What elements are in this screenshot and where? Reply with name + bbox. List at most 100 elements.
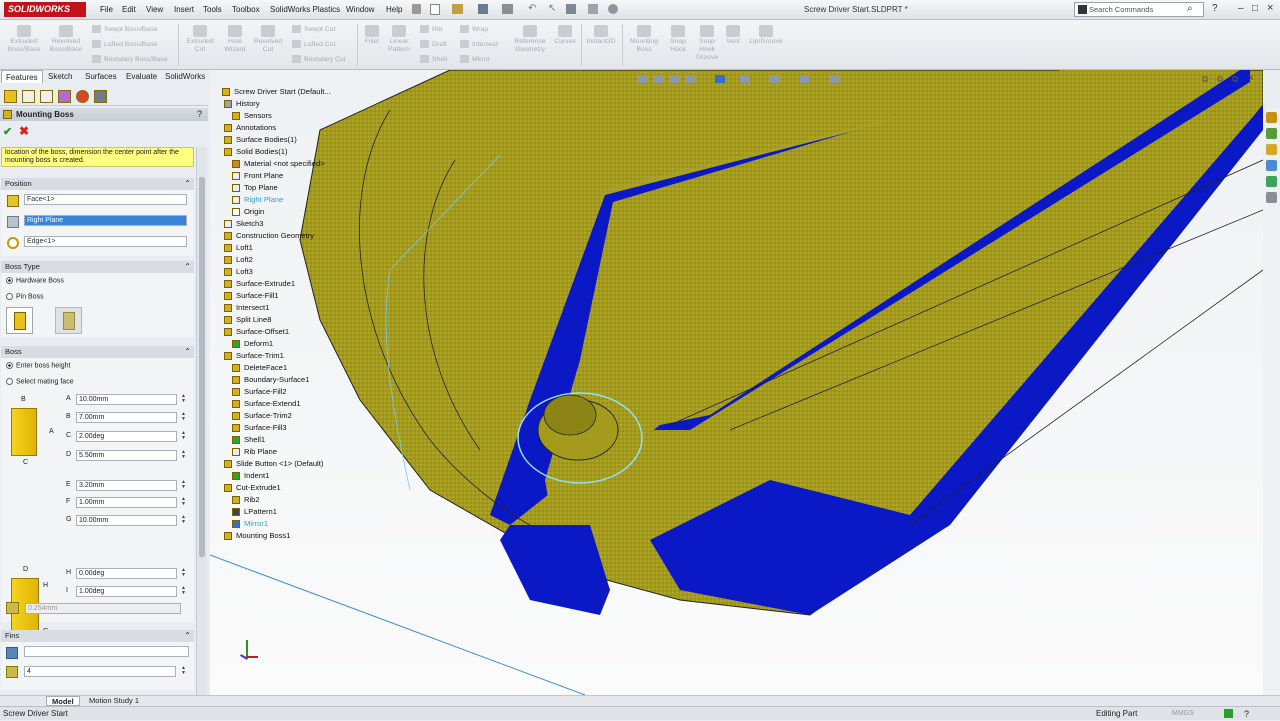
print-icon[interactable] xyxy=(502,4,513,14)
display-style-icon[interactable] xyxy=(740,75,750,83)
extruded-boss-button[interactable]: Extruded Boss/Base xyxy=(6,25,42,54)
spin-arrows-icon[interactable]: ▲ ▼ xyxy=(181,412,188,423)
camera-icon[interactable] xyxy=(94,90,107,103)
viewport-close-icon[interactable]: × xyxy=(1248,73,1254,84)
collapse-icon[interactable]: ⌃ xyxy=(184,346,191,358)
tree-item[interactable]: Indent1 xyxy=(232,471,269,480)
lofted-cut-button[interactable]: Lofted Cut xyxy=(292,40,335,48)
fin-count-input[interactable]: 4 xyxy=(24,666,176,677)
viewport-restore-icon[interactable]: ⧉ xyxy=(1202,74,1208,85)
tree-item[interactable]: Surface-Offset1 xyxy=(224,327,289,336)
tree-item[interactable]: History xyxy=(224,99,260,108)
pm-help-icon[interactable]: ? xyxy=(197,108,202,121)
spin-arrows-icon[interactable]: ▲ ▼ xyxy=(181,666,188,677)
tree-item[interactable]: Right Plane xyxy=(232,195,283,204)
fin-direction-field[interactable] xyxy=(24,646,189,657)
tree-item[interactable]: Sensors xyxy=(232,111,272,120)
spin-arrows-icon[interactable]: ▲ ▼ xyxy=(181,497,188,508)
snap-hook-groove-button[interactable]: Snap Hook Groove xyxy=(694,25,720,62)
boundary-cut-button[interactable]: Boundary Cut xyxy=(292,55,346,63)
instant3d-button[interactable]: Instant3D xyxy=(584,25,618,46)
hardware-boss-thread-button[interactable] xyxy=(55,307,82,334)
section-view-icon[interactable] xyxy=(686,75,696,83)
collapse-icon[interactable]: ⌃ xyxy=(184,630,191,642)
curves-button[interactable]: Curves xyxy=(552,25,578,46)
menu-view[interactable]: View xyxy=(146,5,163,14)
tree-item[interactable]: Loft2 xyxy=(224,255,253,264)
menu-insert[interactable]: Insert xyxy=(174,5,194,14)
file-explorer-icon[interactable] xyxy=(1266,144,1277,155)
undo-icon[interactable]: ↶ xyxy=(528,3,536,14)
menu-window[interactable]: Window xyxy=(346,5,374,14)
tree-item[interactable]: Surface-Extrude1 xyxy=(224,279,295,288)
mirror-button[interactable]: Mirror xyxy=(460,55,490,63)
new-document-icon[interactable] xyxy=(430,4,440,15)
spin-arrows-icon[interactable]: ▲ ▼ xyxy=(181,515,188,526)
spin-arrows-icon[interactable]: ▲ ▼ xyxy=(181,431,188,442)
file-properties-icon[interactable] xyxy=(588,4,598,14)
previous-view-icon[interactable] xyxy=(670,75,680,83)
hole-wizard-button[interactable]: Hole Wizard xyxy=(220,25,250,54)
tree-root[interactable]: Screw Driver Start (Default... xyxy=(222,87,331,96)
pin-boss-radio[interactable]: Pin Boss xyxy=(6,293,44,300)
draft-button[interactable]: Draft xyxy=(420,40,447,48)
collapse-icon[interactable]: ⌃ xyxy=(184,261,191,273)
fins-section-header[interactable]: Fins ⌃ xyxy=(1,630,194,642)
edit-appearance-icon[interactable] xyxy=(800,75,810,83)
property-manager-icon[interactable] xyxy=(22,90,35,103)
boundary-boss-button[interactable]: Boundary Boss/Base xyxy=(92,55,167,63)
linear-pattern-button[interactable]: Linear Pattern xyxy=(385,25,413,54)
plane-field[interactable]: Right Plane xyxy=(24,215,187,226)
dimension-b-input[interactable]: 7.00mm xyxy=(76,412,177,423)
dimension-h-input[interactable]: 0.00deg xyxy=(76,568,177,579)
tree-item[interactable]: Rib Plane xyxy=(232,447,277,456)
spin-arrows-icon[interactable]: ▲ ▼ xyxy=(181,394,188,405)
spin-arrows-icon[interactable]: ▲ ▼ xyxy=(181,480,188,491)
mounting-boss-button[interactable]: Mounting Boss xyxy=(626,25,662,54)
tree-item[interactable]: Surface-Fill2 xyxy=(232,387,287,396)
cancel-x-icon[interactable]: ✖ xyxy=(19,124,29,138)
collapse-icon[interactable]: ⌃ xyxy=(184,178,191,190)
tree-item[interactable]: Origin xyxy=(232,207,264,216)
lip-groove-button[interactable]: Lip/Groove xyxy=(746,25,786,46)
tree-item[interactable]: Top Plane xyxy=(232,183,278,192)
tree-item[interactable]: Shell1 xyxy=(232,435,265,444)
custom-properties-icon[interactable] xyxy=(1266,192,1277,203)
solidworks-logo[interactable]: SOLIDWORKS xyxy=(4,2,86,17)
tree-item[interactable]: Loft3 xyxy=(224,267,253,276)
tree-item[interactable]: Deform1 xyxy=(232,339,273,348)
dimension-d-input[interactable]: 5.50mm xyxy=(76,450,177,461)
menu-toolbox[interactable]: Toolbox xyxy=(232,5,260,14)
dimxpert-icon[interactable] xyxy=(58,90,71,103)
tree-item[interactable]: Mirror1 xyxy=(232,519,268,528)
design-library-icon[interactable] xyxy=(1266,128,1277,139)
tree-item[interactable]: Surface-Trim2 xyxy=(232,411,292,420)
lofted-boss-button[interactable]: Lofted Boss/Base xyxy=(92,40,157,48)
model-view[interactable] xyxy=(210,70,1263,695)
minimize-icon[interactable]: – xyxy=(1238,3,1244,14)
select-icon[interactable]: ↖ xyxy=(548,3,556,14)
help-icon[interactable]: ? xyxy=(1244,708,1249,721)
dimension-a-input[interactable]: 10.00mm xyxy=(76,394,177,405)
rebuild-icon[interactable] xyxy=(566,4,576,14)
solidworks-resources-icon[interactable] xyxy=(1266,112,1277,123)
revolved-boss-button[interactable]: Revolved Boss/Base xyxy=(48,25,84,54)
tree-item[interactable]: Sketch3 xyxy=(224,219,263,228)
spin-arrows-icon[interactable]: ▲ ▼ xyxy=(181,568,188,579)
status-units[interactable]: MMGS xyxy=(1172,707,1194,720)
view-orientation-icon[interactable] xyxy=(715,75,725,83)
help-icon[interactable]: ? xyxy=(1212,3,1218,14)
close-icon[interactable]: × xyxy=(1267,2,1273,14)
open-folder-icon[interactable] xyxy=(452,4,463,14)
hardware-boss-radio[interactable]: Hardware Boss xyxy=(6,277,64,284)
vent-button[interactable]: Vent xyxy=(722,25,744,46)
tree-item[interactable]: Construction Geometry xyxy=(224,231,314,240)
snap-hook-button[interactable]: Snap Hook xyxy=(664,25,692,54)
menu-solidworks-plastics[interactable]: SolidWorks Plastics xyxy=(270,5,340,14)
panel-scrollbar[interactable] xyxy=(196,147,207,695)
view-settings-icon[interactable] xyxy=(830,75,840,83)
configuration-manager-icon[interactable] xyxy=(40,90,53,103)
wrap-button[interactable]: Wrap xyxy=(460,25,488,33)
tab-motion-study[interactable]: Motion Study 1 xyxy=(84,696,145,706)
position-section-header[interactable]: Position ⌃ xyxy=(1,178,194,190)
